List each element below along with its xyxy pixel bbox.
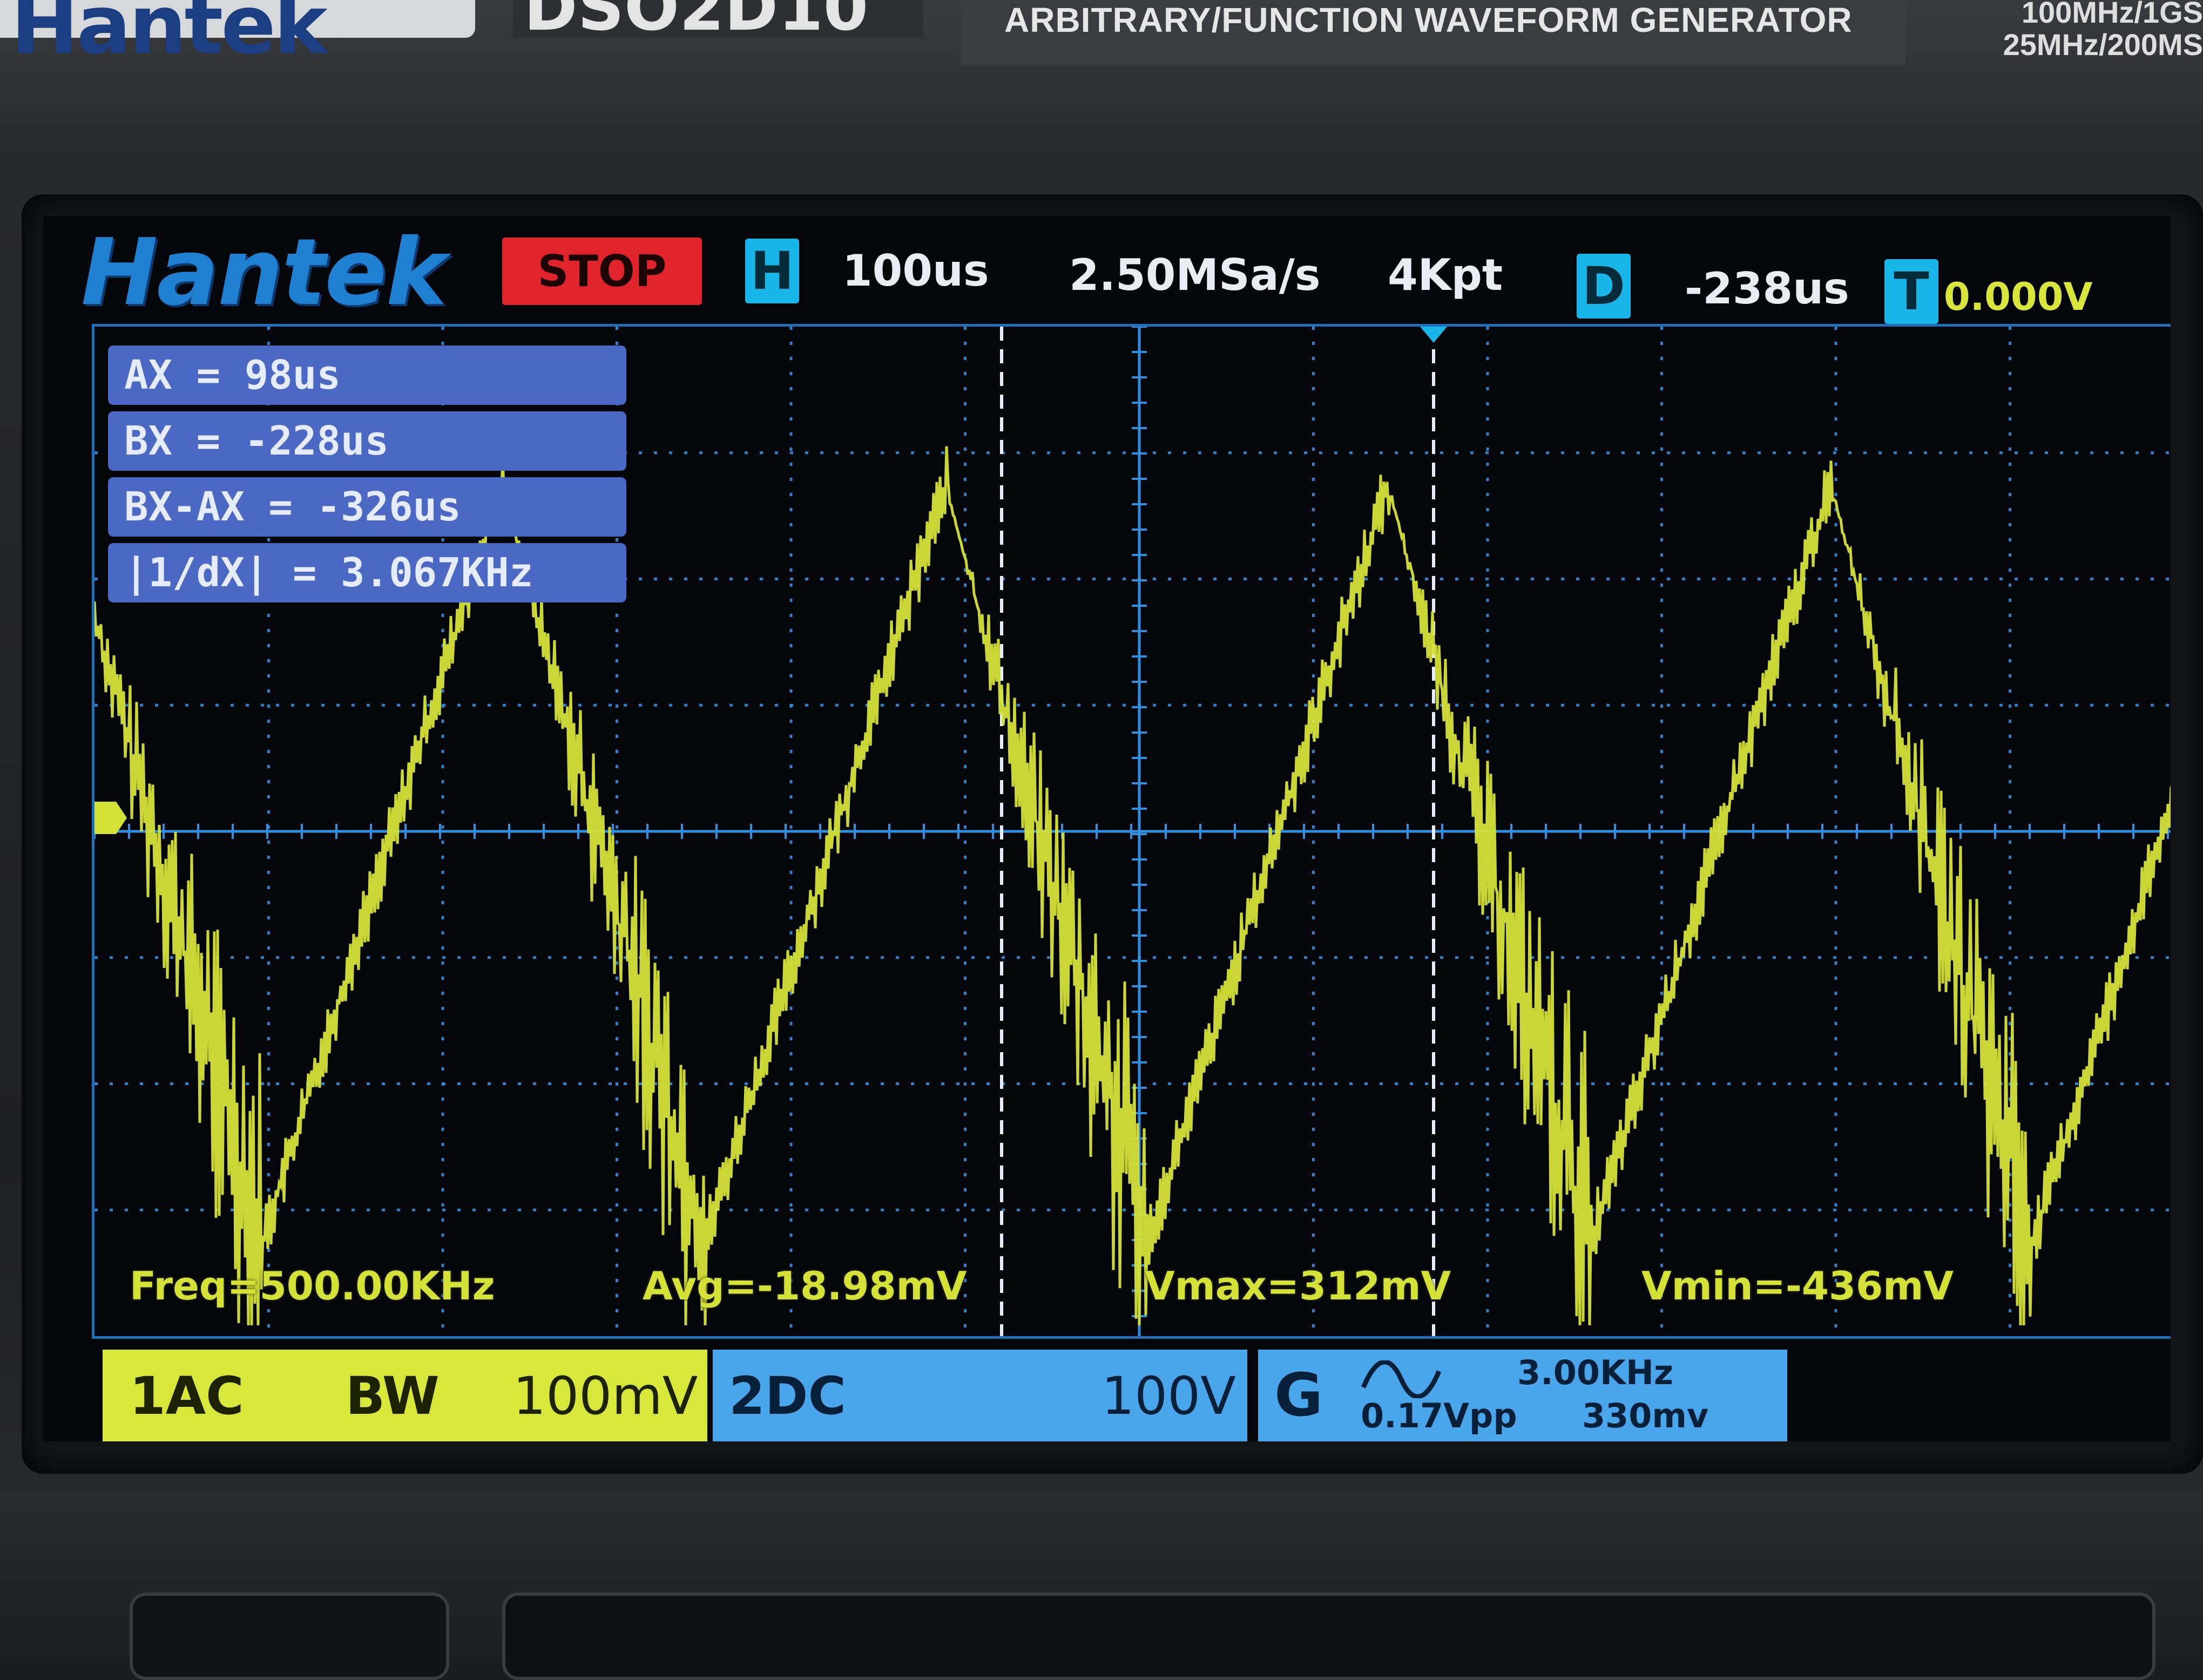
- trigger-position-marker: [1420, 327, 1447, 343]
- front-panel-slot: [502, 1593, 2155, 1680]
- run-stop-badge[interactable]: STOP: [502, 238, 702, 305]
- cursor-measurement-panel: AX = 98us BX = -228us BX-AX = -326us |1/…: [108, 346, 626, 609]
- spec-line-2: 25MHz/200MS: [2003, 28, 2203, 62]
- generator-offset: 330mv: [1582, 1396, 1709, 1435]
- ground-level-marker: [94, 802, 127, 834]
- generator-amplitude: 0.17Vpp: [1361, 1396, 1517, 1435]
- timebase-icon: H: [745, 239, 799, 303]
- freq-readout: Freq=500.00KHz: [130, 1263, 495, 1309]
- spec-label: 100MHz/1GS 25MHz/200MS: [1955, 0, 2203, 65]
- channel-2-scale: 100V: [1102, 1366, 1236, 1426]
- top-panel: Hantek DSO2D10 ARBITRARY/FUNCTION WAVEFO…: [0, 0, 2203, 124]
- generator-label: G: [1274, 1360, 1323, 1430]
- sample-rate: 2.50MSa/s: [1069, 250, 1321, 300]
- generator-frequency: 3.00KHz: [1517, 1353, 1673, 1392]
- channel-1-box[interactable]: 1AC BW 100mV: [103, 1350, 707, 1441]
- trigger-level: 0.000V: [1944, 275, 2093, 319]
- status-bar: Hantek STOP H 100us 2.50MSa/s 4Kpt D -23…: [43, 216, 2171, 326]
- vmin-readout: Vmin=-436mV: [1641, 1263, 1954, 1309]
- brand-label: Hantek: [0, 0, 475, 72]
- timebase-value: 100us: [842, 246, 989, 296]
- generator-box[interactable]: G 3.00KHz 0.17Vpp 330mv: [1258, 1350, 1787, 1441]
- description-label: ARBITRARY/FUNCTION WAVEFORM GENERATOR: [961, 0, 1906, 65]
- cursor-delta-readout: BX-AX = -326us: [108, 477, 626, 537]
- channel-1-label: 1AC: [130, 1366, 244, 1426]
- vmax-readout: Vmax=312mV: [1145, 1263, 1451, 1309]
- channel-2-box[interactable]: 2DC 100V: [713, 1350, 1247, 1441]
- front-panel-button[interactable]: [130, 1593, 449, 1680]
- cursor-bx-readout: BX = -228us: [108, 411, 626, 471]
- delay-value: -238us: [1685, 263, 1849, 314]
- channel-2-label: 2DC: [729, 1366, 846, 1426]
- channel-1-bw: BW: [346, 1366, 440, 1426]
- memory-depth: 4Kpt: [1388, 250, 1503, 300]
- model-label: DSO2D10: [513, 0, 923, 45]
- hantek-logo: Hantek: [81, 219, 447, 326]
- delay-icon: D: [1577, 254, 1631, 319]
- cursor-ax-readout: AX = 98us: [108, 346, 626, 405]
- oscilloscope-body: Hantek DSO2D10 ARBITRARY/FUNCTION WAVEFO…: [0, 0, 2203, 1680]
- avg-readout: Avg=-18.98mV: [643, 1263, 967, 1309]
- channel-1-scale: 100mV: [513, 1366, 698, 1426]
- oscilloscope-screen: Hantek STOP H 100us 2.50MSa/s 4Kpt D -23…: [43, 216, 2171, 1441]
- cursor-inverse-readout: |1/dX| = 3.067KHz: [108, 543, 626, 602]
- sine-wave-icon: [1361, 1360, 1442, 1398]
- spec-line-1: 100MHz/1GS: [2021, 0, 2203, 29]
- trigger-icon: T: [1884, 259, 1938, 324]
